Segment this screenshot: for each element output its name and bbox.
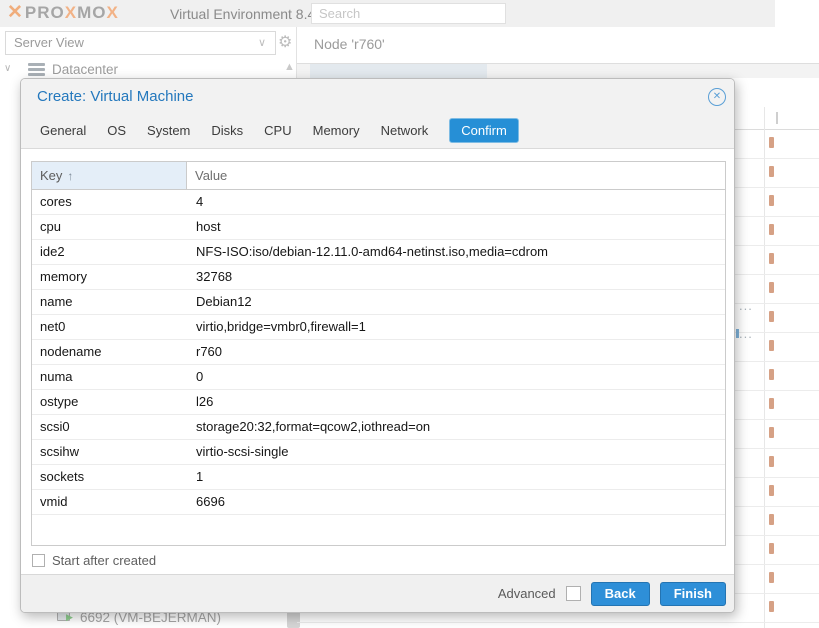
table-row[interactable]: numa0 [32,365,725,390]
table-row[interactable]: cpuhost [32,215,725,240]
table-row[interactable]: cores4 [32,190,725,215]
table-row[interactable]: scsihwvirtio-scsi-single [32,440,725,465]
background-grid-header-fragment [776,112,778,124]
tab-disks[interactable]: Disks [211,123,243,138]
tab-system[interactable]: System [147,123,190,138]
vm-running-icon: ▶ [66,612,73,623]
table-row[interactable]: net0virtio,bridge=vmbr0,firewall=1 [32,315,725,340]
tab-memory[interactable]: Memory [313,123,360,138]
finish-button[interactable]: Finish [660,582,726,606]
table-row[interactable]: ide2NFS-ISO:iso/debian-12.11.0-amd64-net… [32,240,725,265]
proxmox-logo-text: PROXMOX [25,3,119,23]
product-version-label: Virtual Environment 8.4.0 [170,6,327,22]
dialog-header: Create: Virtual Machine ✕ General OS Sys… [21,79,734,149]
tree-expander-icon[interactable]: ∨ [4,63,11,74]
node-toolbar [297,64,819,78]
sort-asc-icon: ↑ [67,169,73,183]
truncated-row-text [769,195,774,206]
truncated-row-text [769,601,774,612]
proxmox-x-icon: ✕ [7,3,23,23]
table-header-row: Key↑ Value [32,162,725,190]
create-vm-dialog: Create: Virtual Machine ✕ General OS Sys… [20,78,735,613]
truncated-row-text [769,456,774,467]
view-selector-dropdown[interactable]: Server View ∨ [5,31,276,55]
truncated-row-text [769,427,774,438]
dialog-content: Key↑ Value cores4 cpuhost ide2NFS-ISO:is… [21,149,734,575]
datacenter-icon [28,63,45,76]
table-row[interactable]: memory32768 [32,265,725,290]
truncated-row-text [769,253,774,264]
table-row[interactable]: vmid6696 [32,490,725,515]
advanced-checkbox[interactable] [566,586,581,601]
table-row[interactable]: ostypel26 [32,390,725,415]
dialog-tab-bar: General OS System Disks CPU Memory Netwo… [40,112,519,148]
table-empty-space [32,515,725,545]
table-row[interactable]: nameDebian12 [32,290,725,315]
tab-os[interactable]: OS [107,123,126,138]
truncated-text: ... [739,298,753,313]
tree-scroll-up-icon[interactable]: ▲ [284,61,295,73]
dialog-footer: Advanced Back Finish [21,574,734,612]
proxmox-app: { "topbar": { "logo_mark": "✕", "logo_se… [0,0,819,628]
view-selector-label: Server View [14,35,84,50]
truncated-row-text [769,485,774,496]
table-row[interactable]: scsi0storage20:32,format=qcow2,iothread=… [32,415,725,440]
truncated-row-text [769,137,774,148]
truncated-row-text [769,369,774,380]
tab-cpu[interactable]: CPU [264,123,291,138]
close-icon[interactable]: ✕ [708,88,726,106]
column-header-key[interactable]: Key↑ [32,162,187,189]
tab-general[interactable]: General [40,123,86,138]
column-header-value[interactable]: Value [187,162,725,189]
start-after-created-option: Start after created [32,553,156,568]
back-button[interactable]: Back [591,582,650,606]
gear-icon[interactable]: ⚙ [278,33,292,53]
advanced-label: Advanced [498,586,556,601]
datacenter-label: Datacenter [52,62,118,77]
chevron-down-icon: ∨ [258,32,266,54]
proxmox-logo: ✕ PROXMOX [7,3,119,23]
truncated-row-text [769,398,774,409]
truncated-row-text [769,572,774,583]
truncated-row-text [769,311,774,322]
truncated-row-text [769,166,774,177]
tab-network[interactable]: Network [381,123,429,138]
truncated-row-text [769,514,774,525]
truncated-row-text [769,282,774,293]
truncated-row-text [769,543,774,554]
dialog-title: Create: Virtual Machine [37,88,193,105]
truncated-row-text [769,224,774,235]
node-panel-title: Node 'r760' [314,36,385,52]
top-header-bar: ✕ PROXMOX Virtual Environment 8.4.0 [0,0,775,27]
confirm-settings-table: Key↑ Value cores4 cpuhost ide2NFS-ISO:is… [31,161,726,546]
table-row[interactable]: nodenamer760 [32,340,725,365]
truncated-row-text [769,340,774,351]
start-after-created-checkbox[interactable] [32,554,45,567]
search-input[interactable] [311,3,506,24]
truncated-icon-fragment [736,329,739,338]
start-after-created-label: Start after created [52,553,156,568]
tab-confirm[interactable]: Confirm [449,118,519,143]
node-toolbar-selected-segment [310,64,487,78]
table-row[interactable]: sockets1 [32,465,725,490]
truncated-text: ... [739,326,753,341]
